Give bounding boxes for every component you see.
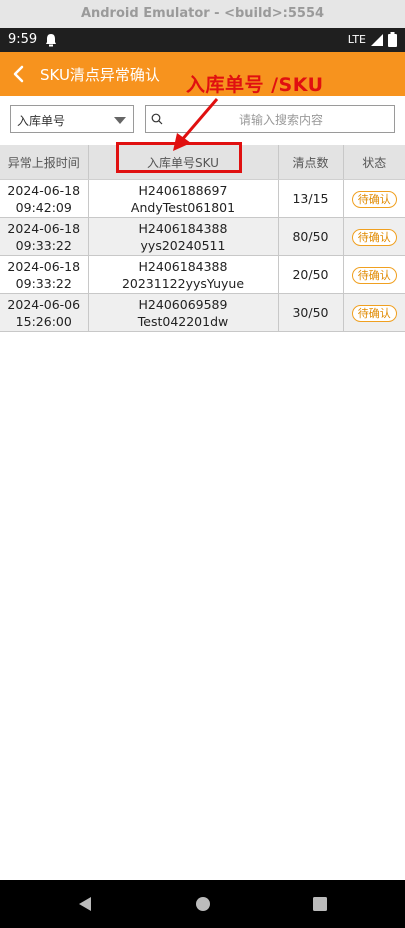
table-row[interactable]: 2024-06-18 09:33:22 H2406184388 20231122yy…: [0, 255, 405, 294]
select-value: 入库单号: [17, 114, 66, 128]
cell-report-time: 2024-06-18 09:33:22: [0, 217, 89, 256]
cell-order-sku: H2406184388 yys20240511: [88, 217, 279, 256]
sku-code: Test042201dw: [137, 313, 229, 329]
order-number: H2406069589: [138, 296, 228, 312]
cell-report-time: 2024-06-18 09:42:09: [0, 179, 89, 218]
system-nav-bar: [0, 880, 405, 928]
header-status: 状态: [343, 145, 405, 180]
status-time: 9:59: [8, 32, 38, 47]
header-count: 清点数: [278, 145, 344, 180]
sku-code: AndyTest061801: [130, 199, 236, 215]
report-time: 09:33:22: [15, 275, 72, 291]
order-number: H2406188697: [138, 182, 228, 198]
order-number: H2406184388: [138, 220, 228, 236]
status-bar: 9:59 LTE: [0, 28, 405, 52]
header-report-time: 异常上报时间: [0, 145, 89, 180]
sku-code: yys20240511: [140, 237, 226, 253]
report-date: 2024-06-18: [7, 182, 81, 198]
search-icon: [151, 113, 163, 125]
search-field-select[interactable]: 入库单号: [10, 105, 134, 133]
order-number: H2406184388: [138, 258, 228, 274]
emulator-title-bar: Android Emulator - <build>:5554: [0, 0, 405, 28]
battery-icon: [388, 32, 397, 47]
annotation-arrow-icon: [173, 98, 219, 151]
report-date: 2024-06-18: [7, 258, 81, 274]
cell-order-sku: H2406069589 Test042201dw: [88, 293, 279, 332]
cell-count: 20/50: [278, 255, 344, 294]
cell-status: 待确认: [343, 255, 405, 294]
cell-report-time: 2024-06-18 09:33:22: [0, 255, 89, 294]
triangle-back-icon[interactable]: [75, 894, 95, 914]
circle-home-icon[interactable]: [193, 894, 213, 914]
emulator-title: Android Emulator - <build>:5554: [80, 6, 325, 21]
status-right: LTE: [348, 32, 397, 47]
cell-report-time: 2024-06-06 15:26:00: [0, 293, 89, 332]
dropdown-caret-icon: [114, 117, 126, 124]
report-date: 2024-06-18: [7, 220, 81, 236]
report-time: 09:33:22: [15, 237, 72, 253]
cell-status: 待确认: [343, 293, 405, 332]
cell-count: 80/50: [278, 217, 344, 256]
cell-count: 13/15: [278, 179, 344, 218]
table-row[interactable]: 2024-06-18 09:33:22 H2406184388 yys2024051…: [0, 217, 405, 256]
annotation-label: 入库单号 /SKU: [186, 74, 324, 96]
signal-icon: [371, 33, 383, 46]
status-badge[interactable]: 待确认: [351, 304, 397, 322]
cell-count: 30/50: [278, 293, 344, 332]
report-date: 2024-06-06: [7, 296, 81, 312]
cell-order-sku: H2406184388 20231122yysYuyue: [88, 255, 279, 294]
cell-status: 待确认: [343, 217, 405, 256]
status-badge[interactable]: 待确认: [351, 228, 397, 246]
status-badge[interactable]: 待确认: [351, 190, 397, 208]
cell-status: 待确认: [343, 179, 405, 218]
sku-code: 20231122yysYuyue: [121, 275, 245, 291]
network-label: LTE: [347, 33, 366, 46]
cell-order-sku: H2406188697 AndyTest061801: [88, 179, 279, 218]
exception-table: 异常上报时间 入库单号SKU 清点数 状态 2024-06-18 09:42:09…: [0, 145, 405, 332]
table-row[interactable]: 2024-06-18 09:42:09 H2406188697 AndyTest06…: [0, 179, 405, 218]
page-title: SKU清点异常确认: [40, 66, 160, 84]
table-row[interactable]: 2024-06-06 15:26:00 H2406069589 Test042201…: [0, 293, 405, 332]
report-time: 09:42:09: [15, 199, 72, 215]
back-chevron-icon[interactable]: [8, 63, 30, 85]
notification-icon: [46, 34, 56, 47]
status-badge[interactable]: 待确认: [351, 266, 397, 284]
square-recents-icon[interactable]: [310, 894, 330, 914]
report-time: 15:26:00: [15, 313, 72, 329]
